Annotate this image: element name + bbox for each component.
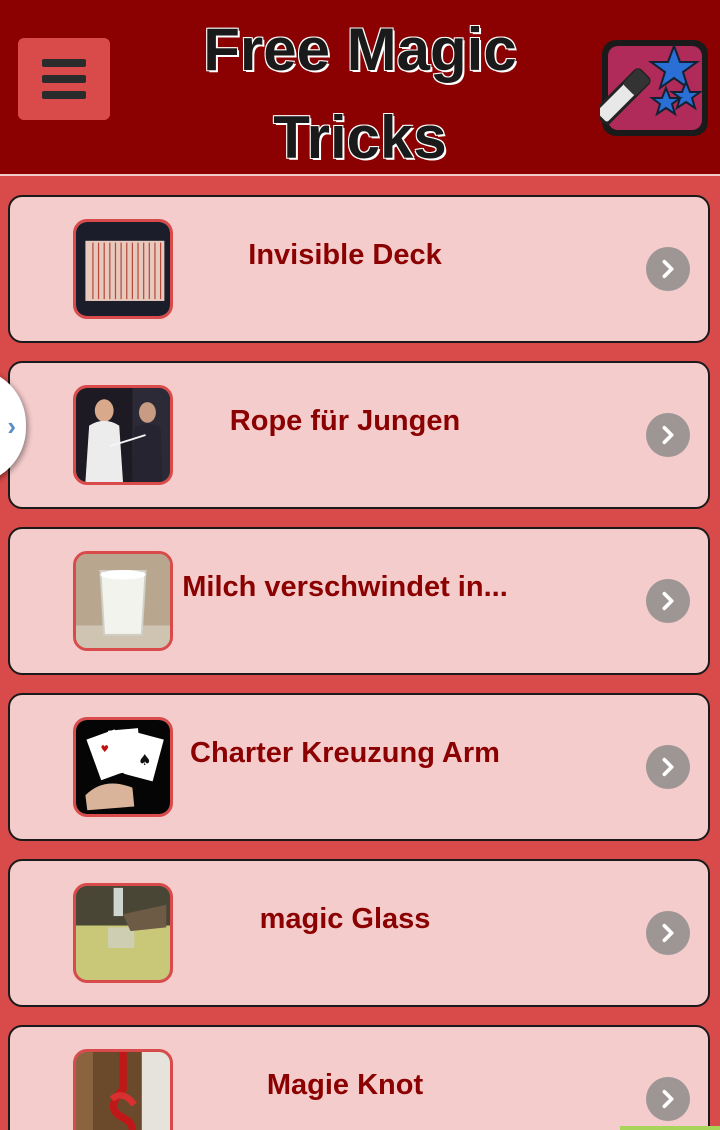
list-item[interactable]: ♠ ♥ Charter Kreuzung Arm bbox=[8, 693, 710, 841]
list-item[interactable]: Magie Knot bbox=[8, 1025, 710, 1130]
page-title: Free Magic Tricks bbox=[203, 16, 517, 171]
cards-deck-thumbnail bbox=[73, 219, 173, 319]
item-label: Rope für Jungen bbox=[229, 405, 461, 437]
list-item[interactable]: magic Glass bbox=[8, 859, 710, 1007]
rope-knot-thumbnail bbox=[73, 1049, 173, 1130]
playing-cards-hand-thumbnail: ♠ ♥ bbox=[73, 717, 173, 817]
magicians-rope-thumbnail bbox=[73, 385, 173, 485]
chevron-right-icon[interactable] bbox=[646, 247, 690, 291]
milk-glass-thumbnail bbox=[73, 551, 173, 651]
svg-text:♥: ♥ bbox=[100, 744, 108, 755]
hamburger-menu-icon bbox=[42, 59, 86, 99]
list-item[interactable]: Milch verschwindet in... bbox=[8, 527, 710, 675]
item-label: Invisible Deck bbox=[248, 239, 442, 271]
progress-strip bbox=[620, 1126, 720, 1130]
chevron-right-icon[interactable] bbox=[646, 1077, 690, 1121]
item-label: magic Glass bbox=[259, 903, 431, 935]
chevron-right-icon: › bbox=[7, 410, 16, 441]
chevron-right-icon[interactable] bbox=[646, 579, 690, 623]
item-label: Magie Knot bbox=[266, 1069, 424, 1101]
svg-text:♠: ♠ bbox=[138, 751, 151, 769]
magic-wand-stars-icon[interactable] bbox=[594, 38, 710, 138]
item-label: Charter Kreuzung Arm bbox=[190, 737, 500, 769]
chevron-right-icon[interactable] bbox=[646, 745, 690, 789]
menu-button[interactable] bbox=[18, 38, 110, 120]
list-item[interactable]: Invisible Deck bbox=[8, 195, 710, 343]
chevron-right-icon[interactable] bbox=[646, 413, 690, 457]
chevron-right-icon[interactable] bbox=[646, 911, 690, 955]
list-item[interactable]: Rope für Jungen bbox=[8, 361, 710, 509]
app-header: Free Magic Tricks bbox=[0, 0, 720, 176]
glass-on-table-thumbnail bbox=[73, 883, 173, 983]
item-label: Milch verschwindet in... bbox=[182, 571, 508, 603]
